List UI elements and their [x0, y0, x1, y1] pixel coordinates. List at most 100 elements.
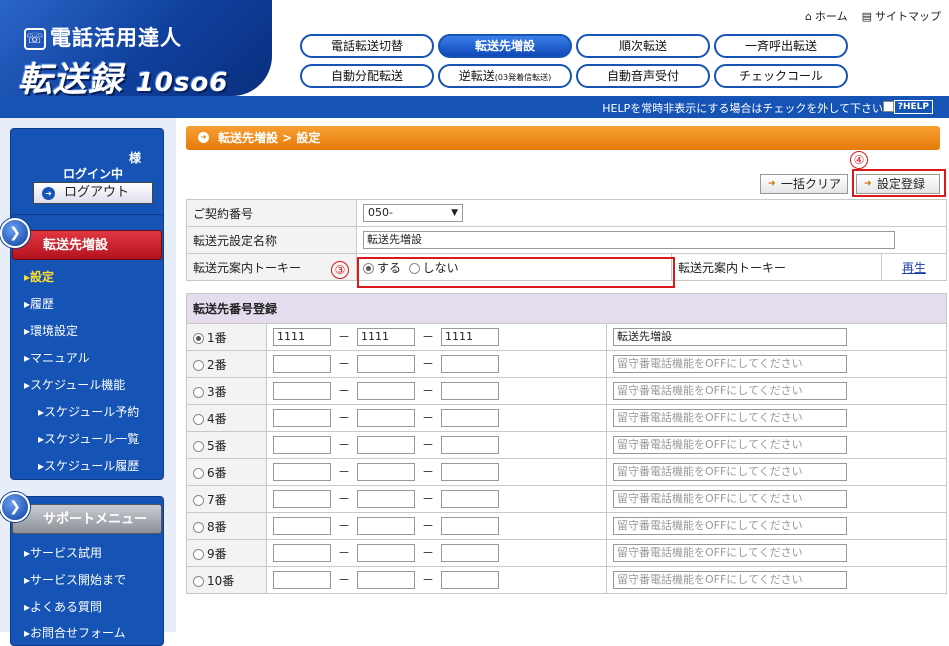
dash: －: [337, 329, 350, 344]
phone-part-3-input[interactable]: [441, 490, 499, 509]
row-number: 9番: [207, 546, 227, 561]
row-radio[interactable]: [193, 359, 204, 371]
row-radio[interactable]: [193, 521, 204, 533]
sidebar-item-schedule-list[interactable]: ▸スケジュール一覧: [38, 430, 139, 447]
contract-select[interactable]: 050- ▼: [363, 204, 463, 222]
home-link[interactable]: ⌂ ホーム: [805, 8, 848, 24]
phone-part-2-input[interactable]: [357, 409, 415, 428]
nav-auto-voice[interactable]: 自動音声受付: [576, 64, 710, 88]
sidebar-item-trial[interactable]: ▸サービス試用: [24, 544, 102, 561]
phone-part-3-input[interactable]: [441, 463, 499, 482]
phone-part-2-input[interactable]: [357, 571, 415, 590]
nav-sequential-transfer[interactable]: 順次転送: [576, 34, 710, 58]
clear-all-label: 一括クリア: [781, 177, 842, 191]
row-radio[interactable]: [193, 494, 204, 506]
destination-name-input[interactable]: 留守番電話機能をOFFにしてください: [613, 409, 847, 427]
row-radio[interactable]: [193, 575, 204, 587]
phone-part-3-input[interactable]: [441, 436, 499, 455]
sidebar-item-contact[interactable]: ▸お問合せフォーム: [24, 624, 126, 641]
phone-part-1-input[interactable]: 1111: [273, 328, 331, 347]
table-row: 9番－－留守番電話機能をOFFにしてください: [186, 539, 948, 567]
row-radio[interactable]: [193, 548, 204, 560]
phone-part-2-input[interactable]: [357, 490, 415, 509]
destination-name-input[interactable]: 留守番電話機能をOFFにしてください: [613, 355, 847, 373]
destination-name-input[interactable]: 留守番電話機能をOFFにしてください: [613, 571, 847, 589]
phone-part-1-input[interactable]: [273, 490, 331, 509]
source-name-input[interactable]: 転送先増設: [363, 231, 895, 249]
destination-name-input[interactable]: 留守番電話機能をOFFにしてください: [613, 544, 847, 562]
nav-label: 自動分配転送: [330, 69, 403, 83]
phone-part-2-input[interactable]: [357, 463, 415, 482]
destination-name-input[interactable]: 留守番電話機能をOFFにしてください: [613, 517, 847, 535]
phone-part-1-input[interactable]: [273, 463, 331, 482]
nav-reverse-transfer[interactable]: 逆転送(03発着信転送): [438, 64, 572, 88]
destination-name-input[interactable]: 留守番電話機能をOFFにしてください: [613, 490, 847, 508]
phone-part-2-input[interactable]: [357, 355, 415, 374]
row-number: 7番: [207, 492, 227, 507]
nav-check-call[interactable]: チェックコール: [714, 64, 848, 88]
phone-cell: －－: [266, 404, 607, 432]
phone-part-3-input[interactable]: [441, 571, 499, 590]
destination-name-input[interactable]: 留守番電話機能をOFFにしてください: [613, 463, 847, 481]
nav-transfer-switch[interactable]: 電話転送切替: [300, 34, 434, 58]
phone-part-3-input[interactable]: [441, 544, 499, 563]
sidebar-item-schedule-history[interactable]: ▸スケジュール履歴: [38, 457, 139, 474]
sidebar-item-history[interactable]: ▸履歴: [24, 295, 54, 312]
dash: －: [337, 410, 350, 425]
destination-name-input[interactable]: 留守番電話機能をOFFにしてください: [613, 436, 847, 454]
phone-part-3-input[interactable]: [441, 517, 499, 536]
play-link[interactable]: 再生: [902, 261, 926, 275]
menu-head-support[interactable]: サポートメニュー: [12, 504, 162, 534]
logo[interactable]: ☏ 電話活用達人 転送録 10so6: [0, 0, 272, 96]
row-radio[interactable]: [193, 386, 204, 398]
sidebar-item-environment[interactable]: ▸環境設定: [24, 322, 78, 339]
phone-part-2-input[interactable]: [357, 544, 415, 563]
clear-all-button[interactable]: ➜ 一括クリア: [760, 174, 849, 194]
sidebar-item-faq[interactable]: ▸よくある質問: [24, 598, 102, 615]
phone-cell: －－: [266, 377, 607, 405]
phone-part-3-input[interactable]: [441, 409, 499, 428]
sidebar-item-settings[interactable]: ▸設定: [24, 268, 54, 285]
row-radio[interactable]: [193, 332, 204, 344]
sidebar-item-start[interactable]: ▸サービス開始まで: [24, 571, 126, 588]
nav-auto-distribution[interactable]: 自動分配転送: [300, 64, 434, 88]
logout-button[interactable]: ➜ ログアウト: [33, 182, 153, 204]
destination-name-input[interactable]: 留守番電話機能をOFFにしてください: [613, 382, 847, 400]
phone-part-2-input[interactable]: [357, 382, 415, 401]
row-radio[interactable]: [193, 440, 204, 452]
phone-part-2-input[interactable]: [357, 517, 415, 536]
phone-part-1-input[interactable]: [273, 382, 331, 401]
phone-part-1-input[interactable]: [273, 355, 331, 374]
dash: －: [421, 383, 434, 398]
contract-row: ご契約番号 050- ▼: [186, 199, 948, 227]
phone-part-3-input[interactable]: 1111: [441, 328, 499, 347]
phone-part-2-input[interactable]: 1111: [357, 328, 415, 347]
nav-simultaneous-call[interactable]: 一斉呼出転送: [714, 34, 848, 58]
phone-part-1-input[interactable]: [273, 544, 331, 563]
phone-part-3-input[interactable]: [441, 355, 499, 374]
phone-part-1-input[interactable]: [273, 517, 331, 536]
sidebar-item-manual[interactable]: ▸マニュアル: [24, 349, 90, 366]
row-radio[interactable]: [193, 467, 204, 479]
row-number-cell: 7番: [186, 485, 267, 513]
nav-add-destination[interactable]: 転送先増設: [438, 34, 572, 58]
sidebar-item-schedule-reserve[interactable]: ▸スケジュール予約: [38, 403, 139, 420]
help-checkbox[interactable]: [883, 101, 894, 112]
phone-part-1-input[interactable]: [273, 436, 331, 455]
sidebar-item-schedule[interactable]: ▸スケジュール機能: [24, 376, 125, 393]
destination-name-placeholder: 留守番電話機能をOFFにしてください: [617, 492, 803, 505]
dash: －: [337, 518, 350, 533]
phone-part-3-input[interactable]: [441, 382, 499, 401]
sitemap-link[interactable]: ▤ サイトマップ: [862, 8, 941, 24]
home-icon: ⌂: [804, 9, 812, 23]
destination-header-row: 転送先番号登録: [185, 293, 948, 324]
phone-part-2-input[interactable]: [357, 436, 415, 455]
row-radio[interactable]: [193, 413, 204, 425]
help-button[interactable]: ?HELP: [893, 100, 933, 114]
phone-cell: －－: [266, 350, 607, 378]
phone-part-1-input[interactable]: [273, 571, 331, 590]
phone-cell: －－: [266, 512, 607, 540]
menu-head-add-destination[interactable]: 転送先増設: [12, 230, 162, 260]
phone-part-1-input[interactable]: [273, 409, 331, 428]
destination-name-input[interactable]: 転送先増設: [613, 328, 847, 346]
